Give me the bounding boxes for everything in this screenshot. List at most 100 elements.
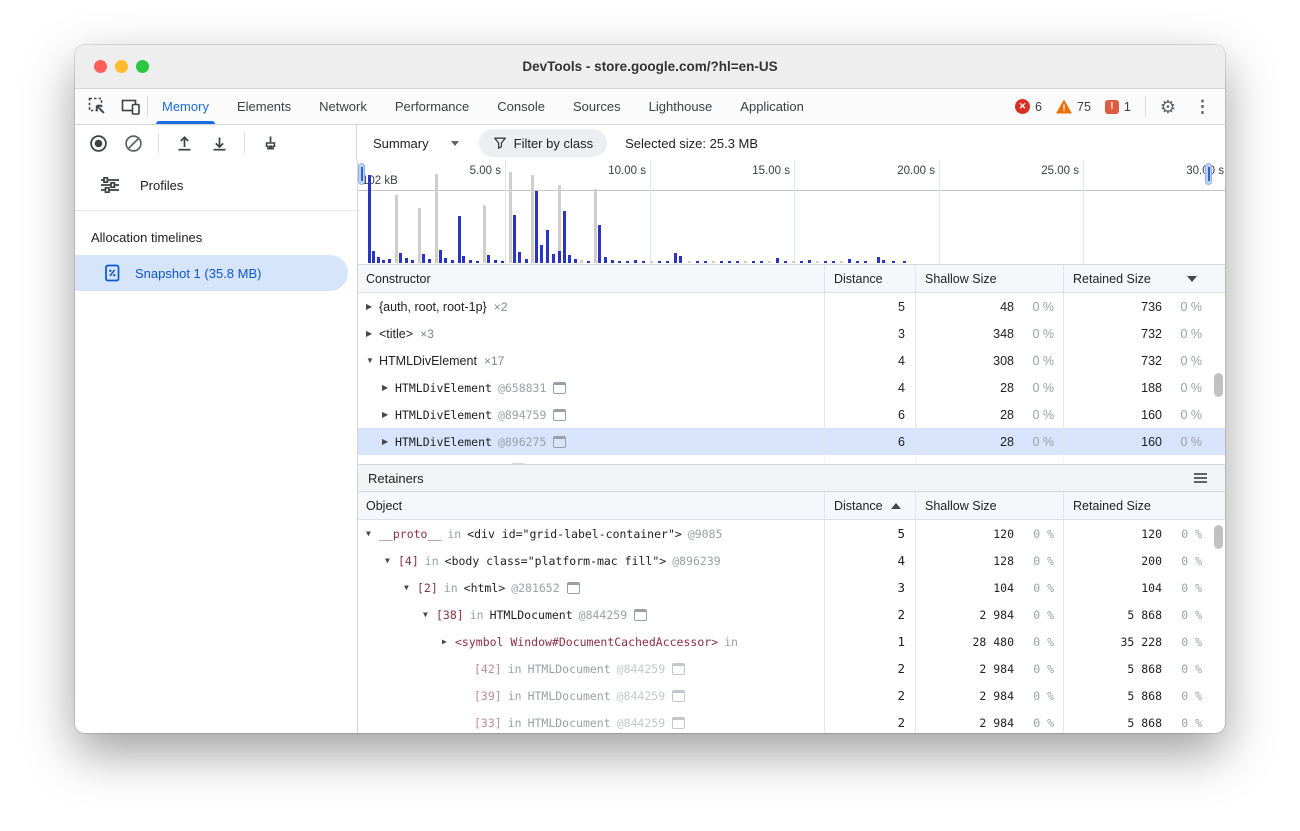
constructor-row[interactable]: ▶{auth, root, root-1p}×25480 %7360 % — [358, 293, 1225, 320]
retainers-section-header: Retainers — [358, 465, 1225, 492]
reveal-in-elements-icon[interactable] — [567, 582, 580, 594]
time-tick-label: 10.00 s — [608, 165, 650, 177]
sidebar-item-snapshot-1[interactable]: Snapshot 1 (35.8 MB) — [75, 255, 348, 291]
zoom-window-button[interactable] — [136, 60, 149, 73]
tab-sources[interactable]: Sources — [559, 89, 635, 124]
retainer-row[interactable]: ▶<symbol Window#DocumentCachedAccessor>i… — [358, 628, 1225, 655]
close-window-button[interactable] — [94, 60, 107, 73]
tab-network[interactable]: Network — [305, 89, 381, 124]
device-toolbar-icon[interactable] — [121, 97, 141, 117]
range-handle-left[interactable] — [358, 163, 365, 185]
shallow-size-column-header[interactable]: Shallow Size — [915, 265, 1063, 292]
settings-gear-icon[interactable]: ⚙ — [1160, 98, 1176, 116]
time-gridline — [1083, 160, 1084, 264]
constructor-column-header[interactable]: Constructor — [358, 272, 824, 286]
allocation-bar — [658, 261, 661, 263]
object-column-header[interactable]: Object — [358, 499, 824, 513]
in-keyword: in — [444, 581, 458, 595]
warning-count-badge[interactable]: ! 75 — [1056, 100, 1091, 114]
reveal-in-elements-icon[interactable] — [553, 382, 566, 394]
reveal-in-elements-icon[interactable] — [634, 609, 647, 621]
retainer-property-name: [38] — [436, 608, 464, 622]
record-heap-button[interactable] — [88, 133, 108, 153]
perspective-select[interactable]: Summary — [367, 136, 465, 151]
instance-count: ×2 — [494, 300, 508, 314]
clear-profiles-icon[interactable] — [123, 133, 143, 153]
time-tick-label: 25.00 s — [1041, 165, 1083, 177]
retainers-menu-icon[interactable] — [1194, 473, 1215, 483]
retainer-row[interactable]: ▼[38]inHTMLDocument@84425922 9840 %5 868… — [358, 601, 1225, 628]
load-profile-icon[interactable] — [174, 133, 194, 153]
collapse-arrow-icon[interactable]: ▼ — [423, 610, 436, 619]
constructor-row[interactable]: ▶HTMLDivElement@8947596280 %1600 % — [358, 401, 1225, 428]
in-keyword: in — [508, 662, 522, 676]
retainer-row[interactable]: [39]inHTMLDocument@84425922 9840 %5 8680… — [358, 682, 1225, 709]
reveal-in-elements-icon[interactable] — [672, 690, 685, 702]
time-tick-label: 15.00 s — [752, 165, 794, 177]
save-profile-icon[interactable] — [209, 133, 229, 153]
reveal-in-elements-icon[interactable] — [672, 717, 685, 729]
tab-performance[interactable]: Performance — [381, 89, 483, 124]
range-handle-right[interactable] — [1205, 163, 1212, 185]
clear-brush-icon[interactable] — [260, 133, 280, 153]
tab-elements[interactable]: Elements — [223, 89, 305, 124]
expand-arrow-icon[interactable]: ▶ — [382, 437, 395, 446]
expand-arrow-icon[interactable]: ▶ — [366, 302, 379, 311]
retained-size-column-header[interactable]: Retained Size — [1063, 265, 1211, 292]
in-keyword: in — [425, 554, 439, 568]
reveal-in-elements-icon[interactable] — [553, 436, 566, 448]
reveal-in-elements-icon[interactable] — [672, 663, 685, 675]
issue-count-badge[interactable]: ! 1 — [1105, 100, 1131, 114]
time-gridline — [794, 160, 795, 264]
expand-arrow-icon[interactable]: ▶ — [382, 383, 395, 392]
tab-application[interactable]: Application — [726, 89, 818, 124]
inspect-element-icon[interactable] — [87, 97, 107, 117]
shallow-size-column-header[interactable]: Shallow Size — [915, 492, 1063, 519]
retainer-row[interactable]: ▼[4]in<body class="platform-mac fill">@8… — [358, 547, 1225, 574]
expand-arrow-icon[interactable]: ▶ — [442, 637, 455, 646]
collapse-arrow-icon[interactable]: ▼ — [366, 356, 379, 365]
error-count-badge[interactable]: ✕ 6 — [1015, 99, 1042, 114]
tab-lighthouse[interactable]: Lighthouse — [635, 89, 727, 124]
reveal-in-elements-icon[interactable] — [512, 463, 525, 466]
retainer-row[interactable]: [42]inHTMLDocument@84425922 9840 %5 8680… — [358, 655, 1225, 682]
minimize-window-button[interactable] — [115, 60, 128, 73]
more-menu-icon[interactable]: ⋮ — [1190, 98, 1215, 115]
constructor-row[interactable]: ▶<title>×333480 %7320 % — [358, 320, 1225, 347]
retainer-object-name: <html> — [464, 581, 506, 595]
in-keyword: in — [470, 608, 484, 622]
collapse-arrow-icon[interactable]: ▼ — [366, 529, 379, 538]
tab-console[interactable]: Console — [483, 89, 559, 124]
object-address: @844259 — [617, 662, 665, 676]
allocation-bar — [903, 261, 906, 263]
collapse-arrow-icon[interactable]: ▼ — [404, 583, 417, 592]
divider — [1145, 97, 1146, 117]
constructor-row[interactable]: ▶HTMLDivElement@ — [358, 455, 1225, 465]
constructor-scrollbar-thumb[interactable] — [1214, 373, 1223, 397]
distance-column-header[interactable]: Distance — [824, 265, 915, 292]
constructor-row[interactable]: ▼HTMLDivElement×1743080 %7320 % — [358, 347, 1225, 374]
snapshot-label: Snapshot 1 (35.8 MB) — [135, 266, 261, 281]
retainer-row[interactable]: [33]inHTMLDocument@84425922 9840 %5 8680… — [358, 709, 1225, 733]
retainers-scrollbar-thumb[interactable] — [1214, 525, 1223, 549]
distance-column-header[interactable]: Distance — [824, 492, 915, 519]
class-filter-input[interactable]: Filter by class — [479, 129, 607, 157]
retainer-row[interactable]: ▼__proto__in<div id="grid-label-containe… — [358, 520, 1225, 547]
constructor-row[interactable]: ▶HTMLDivElement@8962756280 %1600 % — [358, 428, 1225, 455]
retained-size-column-header[interactable]: Retained Size — [1063, 492, 1211, 519]
allocation-bar — [540, 245, 543, 263]
retainers-title: Retainers — [368, 471, 424, 486]
constructor-row[interactable]: ▶HTMLDivElement@6588314280 %1880 % — [358, 374, 1225, 401]
allocation-bar — [558, 251, 561, 263]
expand-arrow-icon[interactable]: ▶ — [382, 464, 395, 465]
expand-arrow-icon[interactable]: ▶ — [366, 329, 379, 338]
tab-memory[interactable]: Memory — [148, 89, 223, 124]
allocation-bar — [611, 260, 614, 263]
allocation-bar — [382, 260, 385, 263]
sidebar-item-profiles[interactable]: Profiles — [75, 160, 357, 211]
reveal-in-elements-icon[interactable] — [553, 409, 566, 421]
collapse-arrow-icon[interactable]: ▼ — [385, 556, 398, 565]
allocation-bar — [405, 258, 408, 263]
retainer-row[interactable]: ▼[2]in<html>@28165231040 %1040 % — [358, 574, 1225, 601]
expand-arrow-icon[interactable]: ▶ — [382, 410, 395, 419]
